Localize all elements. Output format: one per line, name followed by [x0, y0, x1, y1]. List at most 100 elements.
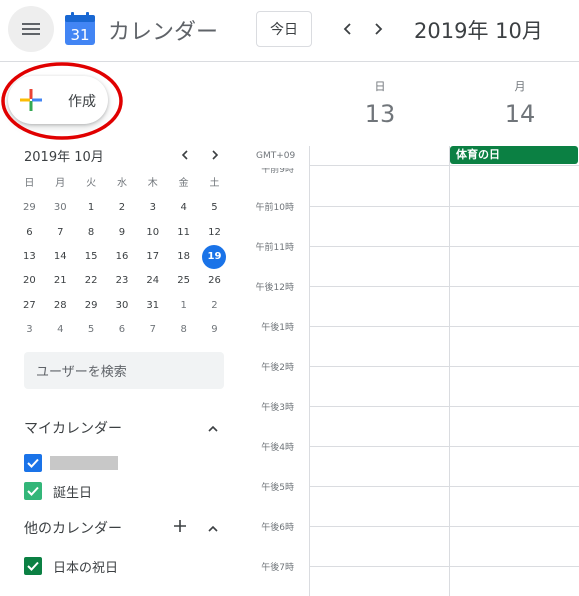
mini-calendar-day[interactable]: 1	[168, 294, 199, 318]
hour-label: 午後4時	[261, 443, 294, 453]
mini-calendar-day[interactable]: 8	[76, 221, 107, 245]
mini-calendar-day[interactable]: 5	[199, 196, 230, 220]
calendar-checkbox[interactable]	[24, 454, 42, 472]
hour-gridline	[309, 326, 579, 327]
my-calendars-title: マイカレンダー	[24, 421, 122, 437]
calendar-name: 日本の祝日	[53, 560, 119, 576]
mini-calendar-day[interactable]: 7	[137, 318, 168, 342]
mini-calendar-day[interactable]: 10	[137, 221, 168, 245]
mini-calendar-day[interactable]: 19	[199, 245, 230, 270]
mini-calendar-day[interactable]: 3	[137, 196, 168, 220]
main-menu-button[interactable]	[8, 6, 54, 52]
weekday-label: 土	[209, 178, 220, 190]
calendar-name: 誕生日	[53, 485, 93, 501]
mini-calendar-day[interactable]: 25	[168, 269, 199, 293]
create-button[interactable]: 作成	[8, 76, 108, 124]
mini-calendar-day[interactable]: 30	[45, 196, 76, 220]
hour-label: 午後6時	[261, 523, 294, 533]
current-date-title: 2019年 10月	[414, 19, 543, 43]
mini-calendar-day[interactable]: 17	[137, 245, 168, 269]
day-of-week: 月	[514, 80, 526, 93]
hour-gridline	[309, 526, 579, 527]
mini-calendar-day[interactable]: 2	[107, 196, 138, 220]
mini-calendar-day[interactable]: 6	[14, 221, 45, 245]
create-button-label: 作成	[68, 94, 96, 110]
calendar-item[interactable]	[24, 453, 118, 473]
mini-calendar-week-row: 6 7 8 9 10 11 12	[14, 221, 230, 245]
all-day-event[interactable]: 体育の日	[450, 146, 578, 164]
day-column-header[interactable]: 月 14	[470, 78, 570, 128]
chevron-up-icon	[208, 525, 218, 532]
mini-calendar-day[interactable]: 13	[14, 245, 45, 269]
hour-label: 午後7時	[261, 563, 294, 573]
mini-calendar-day[interactable]: 31	[137, 294, 168, 318]
mini-calendar-day[interactable]: 23	[107, 269, 138, 293]
mini-calendar-day[interactable]: 11	[168, 221, 199, 245]
mini-calendar-day[interactable]: 6	[107, 318, 138, 342]
mini-calendar-day[interactable]: 9	[199, 318, 230, 342]
mini-calendar-day[interactable]: 22	[76, 269, 107, 293]
mini-calendar-day[interactable]: 27	[14, 294, 45, 318]
mini-calendar-day[interactable]: 14	[45, 245, 76, 269]
mini-calendar-day[interactable]: 15	[76, 245, 107, 269]
mini-calendar-day[interactable]: 7	[45, 221, 76, 245]
mini-calendar-prev-button[interactable]	[176, 146, 194, 164]
mini-calendar-day[interactable]: 4	[168, 196, 199, 220]
hour-label: 午後3時	[261, 403, 294, 413]
hour-gridline	[309, 406, 579, 407]
mini-calendar-day[interactable]: 30	[107, 294, 138, 318]
calendar-checkbox[interactable]	[24, 482, 42, 500]
day-number[interactable]: 14	[470, 100, 570, 128]
previous-period-button[interactable]	[333, 14, 363, 44]
next-period-button[interactable]	[363, 14, 393, 44]
hour-gridline	[309, 206, 579, 207]
calendar-logo-icon: 31	[65, 12, 95, 45]
mini-calendar-day[interactable]: 9	[107, 221, 138, 245]
weekday-label: 月	[55, 178, 66, 190]
mini-calendar-day[interactable]: 29	[76, 294, 107, 318]
day-number[interactable]: 13	[330, 100, 430, 128]
all-day-divider	[309, 165, 579, 166]
check-icon	[27, 458, 39, 468]
logo-day: 31	[70, 26, 89, 44]
hour-gridline	[309, 446, 579, 447]
calendar-item[interactable]: 日本の祝日	[24, 556, 118, 576]
mini-calendar-day[interactable]: 28	[45, 294, 76, 318]
timezone-label: GMT+09	[256, 151, 296, 161]
mini-calendar-day[interactable]: 12	[199, 221, 230, 245]
mini-calendar-day[interactable]: 4	[45, 318, 76, 342]
mini-calendar-day[interactable]: 26	[199, 269, 230, 293]
mini-calendar-day[interactable]: 5	[76, 318, 107, 342]
hour-gridline	[309, 486, 579, 487]
day-column-header[interactable]: 日 13	[330, 78, 430, 128]
mini-calendar-day[interactable]: 20	[14, 269, 45, 293]
hamburger-icon	[22, 23, 40, 35]
mini-calendar-week-row: 13 14 15 16 17 18 19	[14, 245, 230, 270]
calendar-item[interactable]: 誕生日	[24, 481, 92, 501]
today-button[interactable]: 今日	[256, 11, 312, 47]
top-app-bar: 31 カレンダー 今日 2019年 10月	[0, 0, 579, 62]
hour-gridline	[309, 286, 579, 287]
mini-calendar-day[interactable]: 18	[168, 245, 199, 269]
hour-gridline	[309, 246, 579, 247]
mini-calendar-grid: 日 月 火 水 木 金 土 29 30 1 2 3 4 5 6 7 8 9 10 11 12 13 14 15 1…	[14, 172, 230, 342]
mini-calendar-week-row: 20 21 22 23 24 25 26	[14, 269, 230, 293]
chevron-right-icon	[375, 23, 383, 35]
mini-calendar-day[interactable]: 16	[107, 245, 138, 269]
calendar-checkbox[interactable]	[24, 557, 42, 575]
mini-calendar-day[interactable]: 21	[45, 269, 76, 293]
hour-label: 午前11時	[255, 243, 294, 253]
search-people-input[interactable]: ユーザーを検索	[24, 352, 224, 389]
add-other-calendar-button[interactable]	[172, 518, 188, 534]
mini-calendar-next-button[interactable]	[206, 146, 224, 164]
mini-calendar-day[interactable]: 8	[168, 318, 199, 342]
hour-label: 午後2時	[261, 363, 294, 373]
mini-calendar-day[interactable]: 24	[137, 269, 168, 293]
mini-calendar-day[interactable]: 1	[76, 196, 107, 220]
mini-calendar-day[interactable]: 29	[14, 196, 45, 220]
other-calendars-collapse-button[interactable]	[205, 521, 221, 537]
mini-calendar-weekday-row: 日 月 火 水 木 金 土	[14, 172, 230, 196]
mini-calendar-day[interactable]: 3	[14, 318, 45, 342]
mini-calendar-day[interactable]: 2	[199, 294, 230, 318]
my-calendars-collapse-button[interactable]	[205, 421, 221, 437]
